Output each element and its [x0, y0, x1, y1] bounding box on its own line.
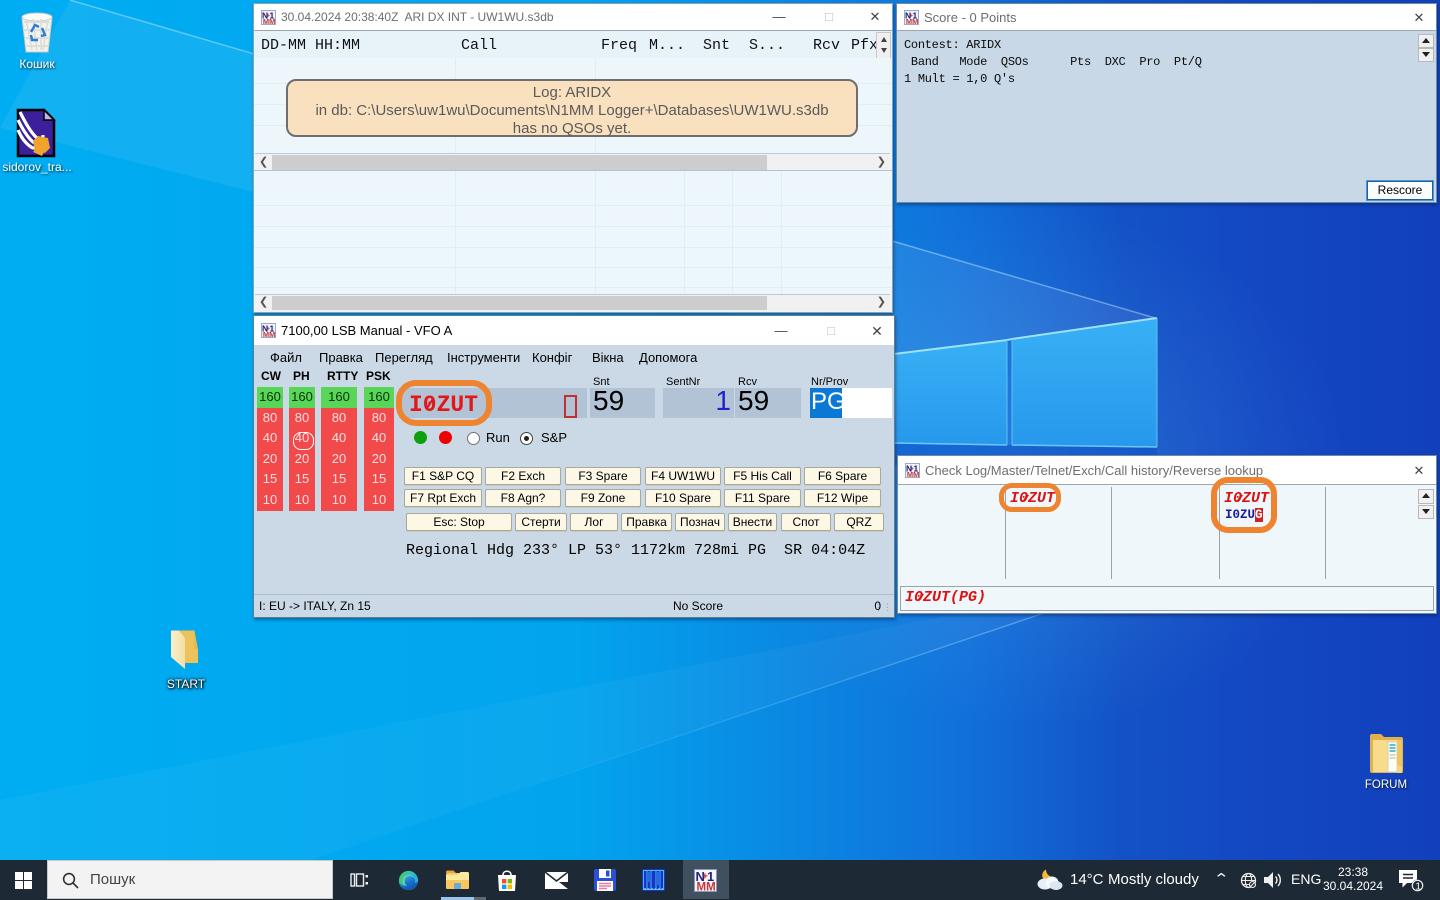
svg-text:MM: MM — [907, 470, 920, 478]
svg-text:MM: MM — [697, 882, 716, 893]
svg-text:MM: MM — [263, 330, 276, 338]
svg-text:MM: MM — [906, 17, 919, 25]
svg-text:1: 1 — [1415, 881, 1421, 893]
svg-text:MM: MM — [263, 17, 276, 25]
